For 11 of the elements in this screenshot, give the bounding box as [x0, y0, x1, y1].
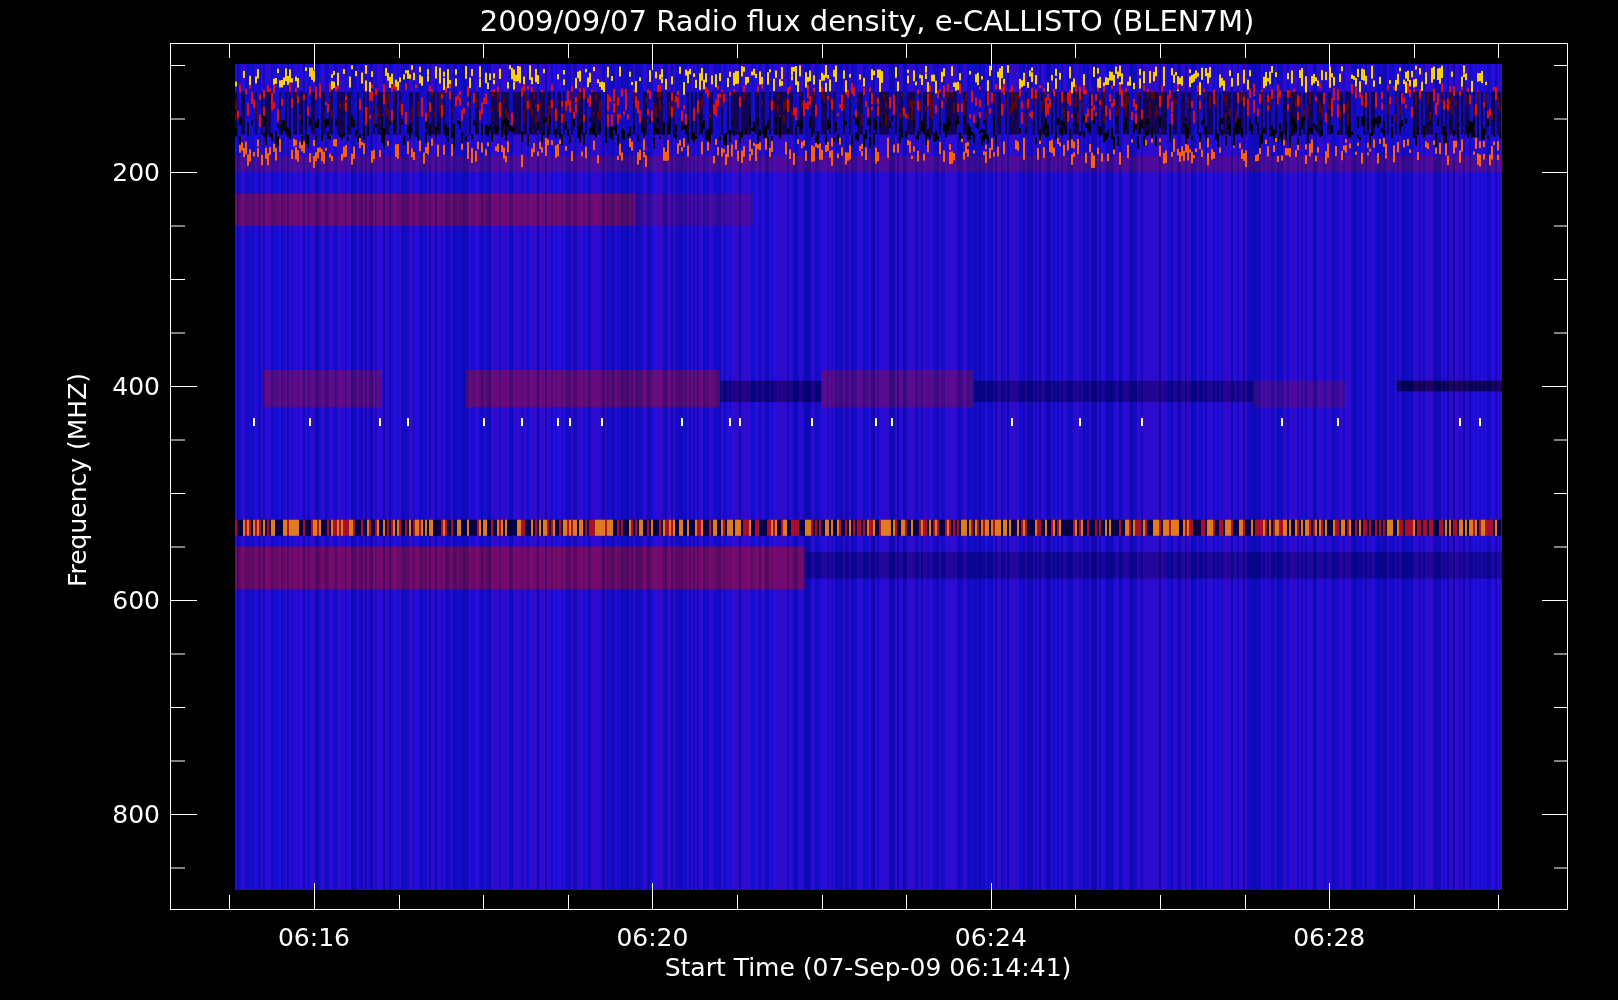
y-axis-title: Frequency (MHZ): [63, 372, 92, 588]
chart-title: 2009/09/07 Radio flux density, e-CALLISTO (BLEN7M): [479, 4, 1255, 38]
x-axis-title: Start Time (07-Sep-09 06:14:41): [664, 953, 1072, 982]
y-tick-label: 200: [112, 158, 160, 187]
y-tick-label: 400: [112, 372, 160, 401]
x-tick-label: 06:28: [1293, 923, 1366, 952]
x-tick-label: 06:20: [616, 923, 689, 952]
x-tick-label: 06:16: [278, 923, 350, 952]
y-tick-label: 600: [112, 586, 160, 615]
x-tick-label: 06:24: [954, 923, 1027, 952]
y-tick-label: 800: [112, 800, 160, 829]
